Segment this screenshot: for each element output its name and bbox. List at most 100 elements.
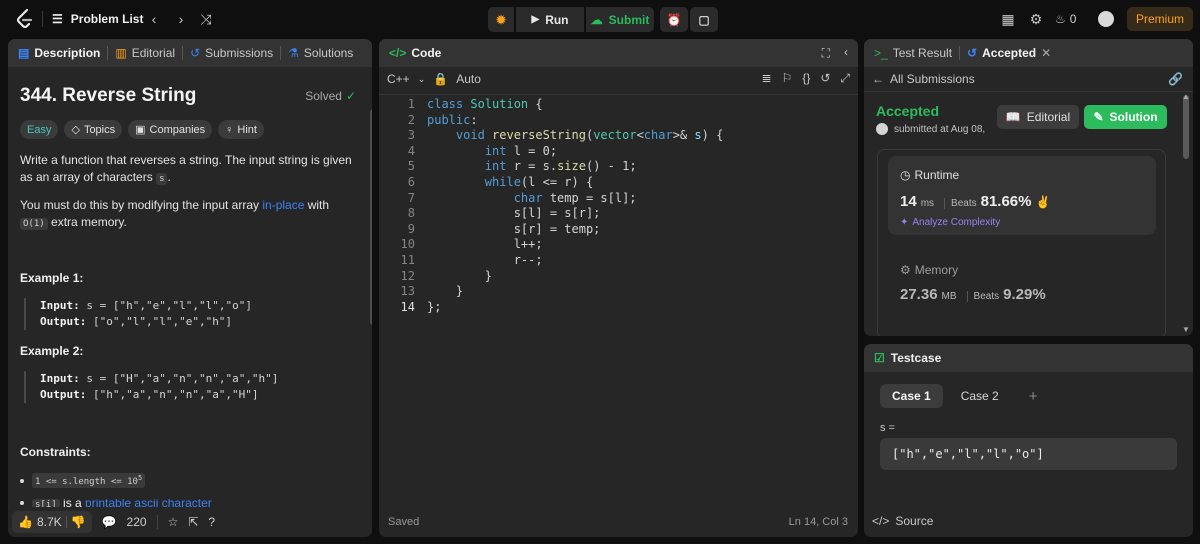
bookmark-icon[interactable]: ⚐ (782, 71, 793, 86)
lock-icon: 🔒 (433, 72, 449, 86)
add-case-icon[interactable]: + (1017, 384, 1050, 408)
line-number: 1 (407, 97, 415, 111)
next-problem-icon[interactable]: › (170, 8, 192, 30)
comment-icon[interactable]: 💬 (102, 515, 117, 529)
shuffle-icon[interactable]: ⤨ (195, 8, 217, 30)
lock-icon: ▣ (135, 124, 146, 136)
run-toolbar: ✹ ▶ Run ☁ Submit ⏰ ▢ (488, 7, 718, 32)
example-2-heading: Example 2: (20, 344, 84, 358)
in-place-link[interactable]: in-place (262, 198, 304, 212)
premium-button[interactable]: Premium (1127, 7, 1193, 31)
debug-bug-icon[interactable]: ✹ (488, 7, 514, 32)
line-number: 4 (407, 143, 415, 158)
case-2-tab[interactable]: Case 2 (949, 384, 1011, 408)
close-icon[interactable]: ✕ (1041, 46, 1051, 60)
tab-accepted[interactable]: ↺ Accepted ✕ (967, 46, 1051, 60)
line-numbers: 1 2 3 4 5 6 7 8 9 10 11 12 13 14 (391, 97, 415, 315)
thumbs-down-icon[interactable]: 👎 (71, 515, 86, 529)
braces-icon[interactable]: {} (802, 71, 810, 86)
testcase-header[interactable]: ☑ Testcase (864, 344, 1193, 372)
streak-counter[interactable]: ♨ 0 (1055, 8, 1076, 30)
input-variable-label: s = (880, 422, 895, 434)
expand-icon[interactable]: ⛶ (822, 46, 830, 61)
code-tabs: </> Code ⛶ ‹ (379, 39, 858, 67)
chevron-down-icon: ⌄ (417, 73, 426, 84)
source-button[interactable]: </> Source (872, 514, 933, 528)
constraint-2: s[i] is a printable ascii character (20, 499, 212, 507)
difficulty-easy-tag[interactable]: Easy (20, 120, 59, 139)
accepted-status: Accepted (876, 103, 940, 119)
runtime-value: 14 (900, 193, 917, 210)
settings-gear-icon[interactable]: ⚙ (1025, 8, 1047, 30)
book-icon: 📖 (1005, 110, 1021, 124)
example-1-heading: Example 1: (20, 271, 84, 285)
run-button[interactable]: ▶ Run (516, 7, 584, 32)
fullscreen-icon[interactable]: ⤢ (840, 71, 850, 86)
runtime-card[interactable]: ◷ Runtime 14 ms Beats 81.66% ✌ ✦ Analyze… (888, 156, 1156, 235)
tab-submissions[interactable]: ↺ Submissions (190, 46, 273, 60)
link-icon[interactable]: 🔗 (1168, 72, 1183, 86)
line-number: 12 (400, 268, 415, 283)
problem-list-button[interactable]: ☰ Problem List (52, 9, 143, 29)
submit-button[interactable]: ☁ Submit (586, 7, 654, 32)
alarm-clock-icon[interactable]: ⏰ (660, 7, 688, 32)
language-selector[interactable]: C++ ⌄ 🔒 Auto (387, 72, 481, 86)
tab-solutions[interactable]: ⚗ Solutions (288, 46, 353, 60)
saved-status: Saved (388, 516, 420, 528)
solved-badge: Solved ✓ (305, 89, 356, 103)
submitted-info: submitted at Aug 08, (876, 123, 985, 135)
help-icon[interactable]: ? (208, 515, 215, 529)
editorial-button[interactable]: 📖 Editorial (997, 105, 1079, 129)
sparkle-icon: ✦ (900, 217, 909, 228)
leetcode-logo-icon[interactable] (14, 8, 36, 30)
share-icon[interactable]: ⇱ (188, 515, 198, 529)
collapse-chevron-icon[interactable]: ‹ (844, 45, 848, 59)
format-lines-icon[interactable]: ≣ (761, 71, 771, 86)
comment-count: 220 (126, 515, 147, 529)
description-paragraph-2: You must do this by modifying the input … (20, 198, 330, 230)
scroll-down-icon[interactable]: ▼ (1182, 325, 1190, 334)
all-submissions-link[interactable]: ← All Submissions (872, 72, 975, 86)
prev-problem-icon[interactable]: ‹ (143, 8, 165, 30)
line-number: 14 (400, 299, 415, 314)
list-icon: ☰ (52, 12, 63, 26)
description-paragraph-1: Write a function that reverses a string.… (20, 153, 352, 185)
analyze-complexity-link[interactable]: ✦ Analyze Complexity (900, 217, 1000, 228)
flask-icon: ⚗ (288, 46, 299, 60)
code-brackets-icon: </> (872, 514, 890, 528)
result-scrollbar[interactable]: ▲ ▼ (1181, 91, 1191, 335)
history-icon: ↺ (967, 46, 978, 60)
description-tabs: ▤ Description ▥ Editorial ↺ Submissions … (8, 39, 372, 67)
code-panel: </> Code ⛶ ‹ C++ ⌄ 🔒 Auto ≣ ⚐ {} ↺ ⤢ 12 3… (379, 39, 858, 537)
tab-test-result[interactable]: >_ Test Result (874, 46, 952, 60)
memory-label[interactable]: ⚙ Memory (900, 263, 958, 277)
tab-code[interactable]: </> Code (389, 46, 441, 60)
document-icon: ▤ (18, 46, 30, 60)
layout-grid-icon[interactable]: ▦ (997, 8, 1019, 30)
companies-tag[interactable]: ▣ Companies (128, 120, 213, 139)
testcase-panel: ☑ Testcase Case 1 Case 2 + s = ["h","e",… (864, 344, 1193, 537)
edit-icon: ✎ (1093, 110, 1104, 124)
scroll-up-icon[interactable]: ▲ (1182, 92, 1190, 101)
line-number: 11 (400, 252, 415, 267)
cursor-position: Ln 14, Col 3 (788, 516, 848, 528)
tab-editorial[interactable]: ▥ Editorial (115, 46, 175, 60)
user-avatar[interactable] (1098, 11, 1114, 27)
lightbulb-icon: ♀ (225, 123, 234, 136)
reset-icon[interactable]: ↺ (820, 71, 830, 86)
testcase-input[interactable]: ["h","e","l","l","o"] (880, 438, 1177, 470)
code-editor[interactable]: class Solution { public: void reverseStr… (427, 97, 723, 315)
checkbox-icon: ☑ (874, 351, 885, 365)
notes-icon[interactable]: ▢ (690, 7, 718, 32)
tab-description[interactable]: ▤ Description (18, 46, 100, 60)
line-number: 3 (407, 128, 415, 143)
case-1-tab[interactable]: Case 1 (880, 384, 943, 408)
solution-button[interactable]: ✎ Solution (1084, 105, 1167, 129)
topics-tag[interactable]: ◇ Topics (64, 120, 123, 139)
thumbs-up-icon[interactable]: 👍 (18, 515, 33, 529)
line-number: 7 (407, 190, 415, 205)
description-scrollbar[interactable] (369, 105, 372, 537)
hint-tag[interactable]: ♀ Hint (218, 120, 264, 139)
cloud-upload-icon: ☁ (590, 12, 603, 27)
star-icon[interactable]: ☆ (168, 515, 179, 529)
